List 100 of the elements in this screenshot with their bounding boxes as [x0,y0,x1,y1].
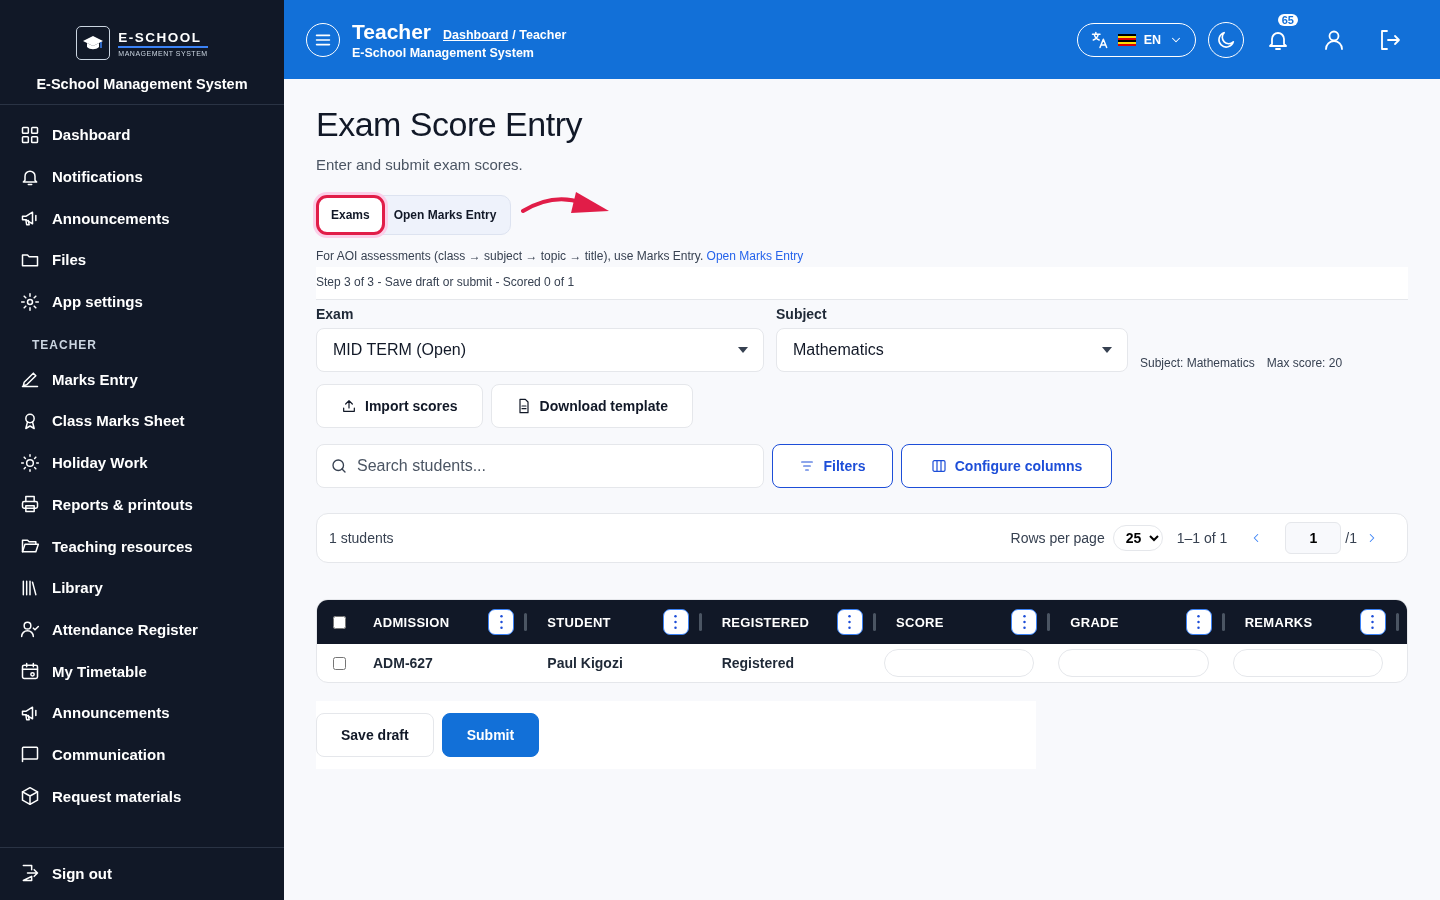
page-range: 1–1 of 1 [1176,530,1228,546]
calendar-icon [20,661,40,682]
sidebar-item[interactable]: Dashboard [20,114,284,156]
sidebar-item[interactable]: Announcements [20,691,284,734]
field-label: Exam [316,306,355,322]
table-cell: Paul Kigozi [547,655,623,671]
column-menu-button[interactable] [1185,609,1212,635]
subject-dropdown[interactable]: Mathematics [776,328,1128,372]
field-label: Subject [776,306,828,322]
logout-icon [1378,27,1402,52]
search-field[interactable]: Search students... [316,444,764,488]
upload-icon [341,398,357,414]
search-icon [330,457,348,475]
filter-icon [799,458,816,474]
exam-dropdown[interactable]: MID TERM (Open) [316,328,764,372]
notification-count-badge: 65 [1277,13,1298,26]
column-resize-handle[interactable] [1396,613,1399,631]
app-name: E-School Management System [36,76,248,92]
sidebar-item[interactable]: Class Marks Sheet [20,400,284,442]
info-text: For AOI assessments (class → subject → topic → title), use Marks Entry. Open Marks Entry [316,249,805,263]
table-cell: Registered [721,655,794,671]
subject-info: Subject: Mathematics [1140,356,1255,370]
open-marks-entry-link[interactable]: Open Marks Entry [706,249,804,263]
sidebar-item[interactable]: Files [20,239,284,281]
column-resize-handle[interactable] [873,613,876,631]
column-header: STUDENT [547,614,612,630]
dashboard-grid-icon [20,124,40,145]
sidebar-item[interactable]: Communication [20,733,284,776]
save-draft-button[interactable]: Save draft [316,713,434,757]
more-vertical-icon [1197,615,1201,629]
column-menu-button[interactable] [488,609,515,635]
logo-wordmark: E-SCHOOL [118,29,208,48]
sidebar-item[interactable]: Reports & printouts [20,483,284,526]
header-subtitle: E-School Management System [352,45,535,60]
sidebar-item[interactable]: Holiday Work [20,441,284,484]
sidebar-item[interactable]: Announcements [20,197,284,240]
column-resize-handle[interactable] [1221,613,1225,631]
column-menu-button[interactable] [1011,609,1038,635]
chat-icon [20,744,40,765]
row-checkbox[interactable] [333,656,346,670]
settings-icon [20,291,40,312]
column-header: SCORE [896,614,945,630]
step-status: Step 3 of 3 - Save draft or submit - Scored 0 of 1 [316,267,1408,300]
column-menu-button[interactable] [662,609,689,635]
select-all-checkbox[interactable] [333,615,346,629]
import-scores-button[interactable]: Import scores [316,384,483,428]
graduation-cap-icon [76,26,111,60]
column-header: ADMISSION [373,614,451,630]
more-vertical-icon [499,615,503,629]
sidebar-item[interactable]: Teaching resources [20,525,284,567]
column-header: REGISTERED [721,614,811,630]
more-vertical-icon [848,615,852,629]
sidebar-item[interactable]: Library [20,566,284,609]
caret-icon [737,346,749,354]
sidebar-item[interactable]: App settings [20,280,284,323]
submit-button[interactable]: Submit [441,713,540,757]
more-vertical-icon [1371,615,1375,629]
column-resize-handle[interactable] [524,613,528,631]
package-icon [20,786,40,807]
sidebar-item[interactable]: Marks Entry [20,358,284,401]
sun-icon [20,452,40,473]
column-header: REMARKS [1244,614,1314,630]
configure-columns-button[interactable]: Configure columns [901,444,1112,488]
caret-icon [1101,346,1113,354]
page-role-title: Teacher [352,19,431,44]
input-field[interactable] [1058,649,1209,677]
user-check-icon [20,619,40,640]
table-cell: ADM-627 [373,655,433,671]
sidebar-item[interactable]: Attendance Register [20,608,284,651]
sign-out-link[interactable]: Sign out [20,852,284,894]
more-vertical-icon [1022,615,1026,629]
column-resize-handle[interactable] [698,613,702,631]
column-header: GRADE [1070,614,1120,630]
page-subtitle: Enter and submit exam scores. [316,156,524,173]
sidebar-item[interactable]: My Timetable [20,650,284,692]
max-score-info: Max score: 20 [1266,356,1343,370]
rows-per-page-label: Rows per page [1010,530,1105,546]
sidebar-item[interactable]: Request materials [20,775,284,817]
input-field[interactable] [884,649,1035,677]
flag-icon [1117,33,1136,46]
rows-per-page-select[interactable]: 25 [1112,525,1163,551]
more-vertical-icon [674,615,678,629]
breadcrumb-current: / Teacher [512,27,567,42]
column-menu-button[interactable] [837,609,863,635]
student-count: 1 students [329,530,394,546]
sign-out-icon [20,863,40,884]
page-number-field[interactable]: 1 [1285,522,1342,554]
section-label: TEACHER [31,337,98,355]
translate-icon [1089,29,1110,50]
page-title: Exam Score Entry [316,105,584,144]
printer-icon [20,494,40,515]
input-field[interactable] [1232,649,1383,677]
filters-button[interactable]: Filters [772,444,893,488]
tab[interactable]: Open Marks Entry [381,198,509,232]
breadcrumb-link[interactable]: Dashboard [443,27,509,42]
download-template-button[interactable]: Download template [490,384,693,428]
columns-icon [930,458,947,474]
column-resize-handle[interactable] [1047,613,1051,631]
column-menu-button[interactable] [1360,609,1386,635]
sidebar-item[interactable]: Notifications [20,155,284,198]
